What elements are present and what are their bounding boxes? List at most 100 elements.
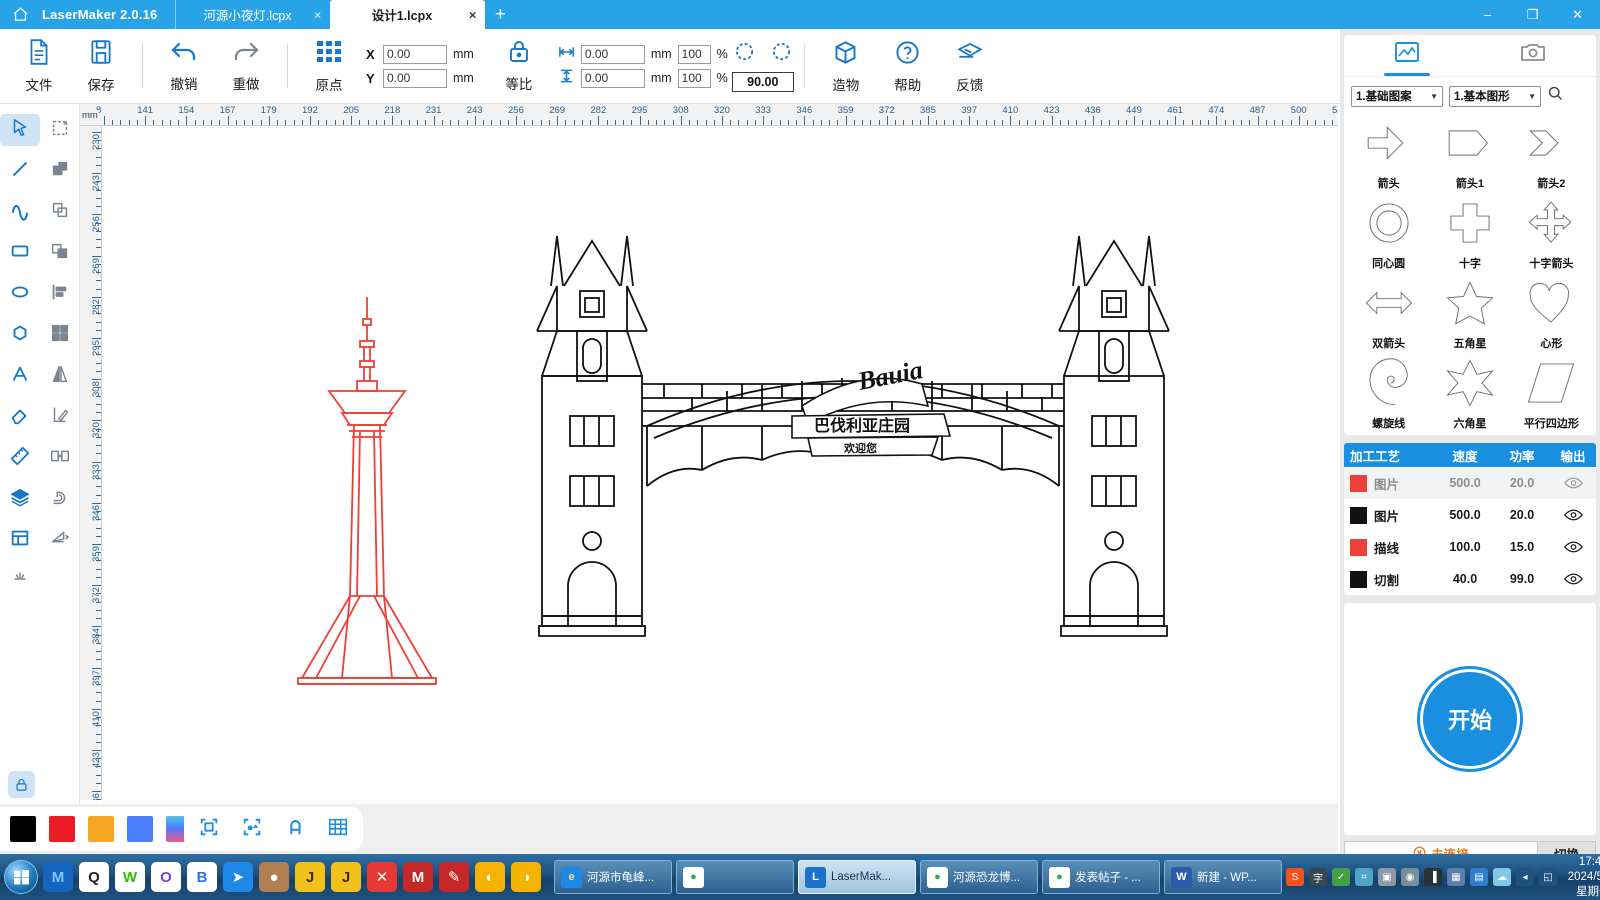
- app-icon-disc[interactable]: ●: [259, 862, 289, 892]
- grid-array-tool[interactable]: [40, 319, 80, 351]
- shape-item-8[interactable]: 五角星: [1429, 275, 1510, 355]
- color-swatch[interactable]: [49, 816, 75, 842]
- home-icon[interactable]: [0, 0, 40, 29]
- window-ie[interactable]: e河源市龟峰...: [554, 860, 672, 894]
- preview-icon[interactable]: [241, 816, 263, 843]
- color-swatch[interactable]: [127, 816, 153, 842]
- rotation-input[interactable]: 90.00: [732, 72, 794, 92]
- layer-color-swatch[interactable]: [1350, 571, 1367, 588]
- shape-item-12[interactable]: 平行四边形: [1511, 355, 1592, 435]
- tab-document-2[interactable]: 设计1.lcpx ×: [330, 0, 485, 29]
- tab-close-icon[interactable]: ×: [469, 8, 477, 21]
- layer-color-swatch[interactable]: [1350, 507, 1367, 524]
- intersect-tool[interactable]: [40, 237, 80, 269]
- shape-item-9[interactable]: 心形: [1511, 275, 1592, 355]
- perspective-tool[interactable]: [40, 524, 80, 556]
- close-button[interactable]: ✕: [1555, 0, 1600, 29]
- shape-item-1[interactable]: 箭头: [1348, 115, 1429, 195]
- ellipse-tool[interactable]: [0, 278, 40, 310]
- magnet-icon[interactable]: [284, 816, 306, 843]
- frame-icon[interactable]: [198, 816, 220, 843]
- mirror-tool[interactable]: [40, 360, 80, 392]
- bend-tool[interactable]: [40, 483, 80, 515]
- window-chrome-3[interactable]: ●发表帖子 - ...: [1042, 860, 1160, 894]
- union-tool[interactable]: [40, 155, 80, 187]
- subcategory-select[interactable]: 1.基本图形 ▼: [1449, 86, 1541, 107]
- tray-folder-icon[interactable]: ▣: [1378, 868, 1396, 886]
- tray-cloud-icon[interactable]: ☁: [1493, 868, 1511, 886]
- color-swatch[interactable]: [88, 816, 114, 842]
- node-edit-tool[interactable]: [40, 114, 80, 146]
- shape-item-2[interactable]: 箭头1: [1429, 115, 1510, 195]
- text-tool[interactable]: [0, 360, 40, 392]
- height-percent-input[interactable]: 100: [678, 69, 711, 88]
- box-maker-tool[interactable]: [0, 524, 40, 556]
- window-chrome-1[interactable]: ●: [676, 860, 794, 894]
- shape-item-4[interactable]: 同心圆: [1348, 195, 1429, 275]
- app-icon-wechat[interactable]: W: [115, 862, 145, 892]
- eraser-tool[interactable]: [0, 401, 40, 433]
- tray-doc-icon[interactable]: ▤: [1470, 868, 1488, 886]
- color-swatch[interactable]: [10, 816, 36, 842]
- x-input[interactable]: 0.00: [383, 45, 447, 64]
- tray-clock-app-icon[interactable]: ◉: [1401, 868, 1419, 886]
- ruler-tool[interactable]: [0, 442, 40, 474]
- process-row[interactable]: 切割40.099.0: [1344, 563, 1596, 595]
- width-percent-input[interactable]: 100: [678, 45, 711, 64]
- start-button-windows[interactable]: [4, 857, 38, 897]
- tray-ime-icon[interactable]: 字: [1309, 868, 1327, 886]
- file-button[interactable]: 文件: [8, 33, 70, 99]
- polygon-tool[interactable]: [0, 319, 40, 351]
- tab-close-icon[interactable]: ×: [314, 8, 322, 21]
- process-row[interactable]: 图片500.020.0: [1344, 499, 1596, 531]
- app-icon-j[interactable]: J: [331, 862, 361, 892]
- select-tool[interactable]: [0, 114, 40, 146]
- width-input[interactable]: 0.00: [581, 45, 645, 64]
- curve-tool[interactable]: [0, 196, 40, 228]
- app-icon-circle[interactable]: O: [151, 862, 181, 892]
- shape-item-11[interactable]: 六角星: [1429, 355, 1510, 435]
- window-chrome-2[interactable]: ●河源恐龙博...: [920, 860, 1038, 894]
- eye-icon[interactable]: [1550, 540, 1596, 554]
- design-canvas[interactable]: Bauia 巴伐利亚庄园 欢迎您: [102, 126, 1338, 800]
- app-icon-python[interactable]: ◐: [475, 862, 505, 892]
- app-icon-teal[interactable]: ◑: [511, 862, 541, 892]
- window-wps[interactable]: W新建 - WP...: [1164, 860, 1282, 894]
- rectangle-tool[interactable]: [0, 237, 40, 269]
- tray-volume-icon[interactable]: ◂: [1516, 868, 1534, 886]
- layer-color-swatch[interactable]: [1350, 539, 1367, 556]
- origin-button[interactable]: 原点: [298, 33, 360, 99]
- aspect-lock-button[interactable]: 等比: [488, 33, 550, 99]
- shape-item-7[interactable]: 双箭头: [1348, 275, 1429, 355]
- tray-action-center-icon[interactable]: ◱: [1539, 868, 1557, 886]
- redo-button[interactable]: 重做: [215, 33, 277, 99]
- layers-tool[interactable]: [0, 483, 40, 515]
- grid-icon[interactable]: [327, 816, 349, 843]
- tray-map-icon[interactable]: ▦: [1447, 868, 1465, 886]
- shape-item-3[interactable]: 箭头2: [1511, 115, 1592, 195]
- app-icon-bird[interactable]: ➤: [223, 862, 253, 892]
- tab-document-1[interactable]: 河源小夜灯.lcpx ×: [175, 0, 330, 29]
- minimize-button[interactable]: –: [1465, 0, 1510, 29]
- rotate-left-icon[interactable]: [733, 40, 756, 68]
- layer-color-swatch[interactable]: [1350, 475, 1367, 492]
- height-input[interactable]: 0.00: [581, 69, 645, 88]
- process-row[interactable]: 描线100.015.0: [1344, 531, 1596, 563]
- undo-button[interactable]: 撤销: [153, 33, 215, 99]
- tray-stats-icon[interactable]: ▐: [1424, 868, 1442, 886]
- camera-tab[interactable]: [1502, 35, 1564, 76]
- search-icon[interactable]: [1547, 85, 1564, 107]
- feedback-button[interactable]: 反馈: [939, 33, 1001, 99]
- taskbar-clock[interactable]: 17:48 2024/5/20 星期一: [1562, 855, 1600, 900]
- app-icon-pdf-edit[interactable]: ✎: [439, 862, 469, 892]
- app-icon-pdf-m[interactable]: M: [403, 862, 433, 892]
- app-icon-baidu[interactable]: B: [187, 862, 217, 892]
- app-icon-j64[interactable]: J: [295, 862, 325, 892]
- shape-item-6[interactable]: 十字箭头: [1511, 195, 1592, 275]
- maximize-button[interactable]: ❐: [1510, 0, 1555, 29]
- rotate-right-icon[interactable]: [770, 40, 793, 68]
- window-lasermaker[interactable]: LLaserMak...: [798, 860, 916, 894]
- horizontal-ruler[interactable]: mm 8141154167179192205218231243256269282…: [80, 104, 1338, 126]
- tray-sogou-icon[interactable]: S: [1286, 868, 1304, 886]
- maker-button[interactable]: 造物: [815, 33, 877, 99]
